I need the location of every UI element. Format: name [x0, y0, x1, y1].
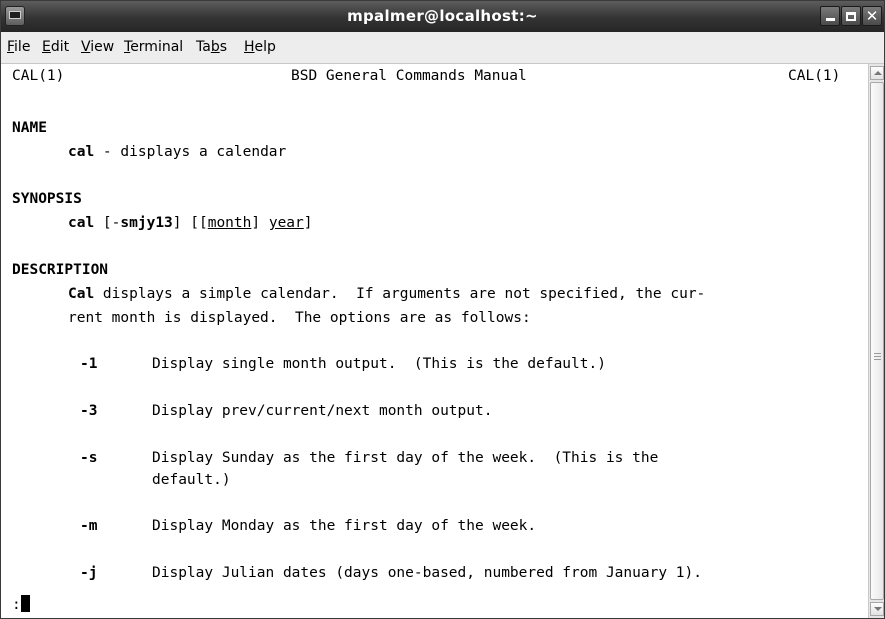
grip-icon [874, 353, 881, 354]
menu-terminal-label: erminal [130, 39, 184, 55]
man-header-right: CAL(1) [788, 68, 841, 84]
menu-file[interactable]: File [7, 32, 30, 63]
window-controls: ✕ [820, 6, 882, 27]
menu-file-label: ile [14, 39, 31, 55]
title-bar[interactable]: mpalmer@localhost:~ ✕ [1, 1, 884, 32]
menu-tabs-label-pre: Ta [196, 39, 211, 55]
menu-edit-mnemonic: E [42, 39, 51, 55]
pager-prompt: : [12, 597, 21, 613]
menu-view-label: iew [90, 39, 115, 55]
menu-edit-label: dit [50, 39, 70, 55]
option-text: Display prev/current/next month output. [152, 403, 493, 419]
option-text: Display single month output. (This is th… [152, 356, 606, 372]
synopsis-line: cal [-smjy13] [[month] year] [68, 214, 313, 233]
menu-help-mnemonic: H [244, 39, 255, 55]
synopsis-command: cal [68, 215, 95, 231]
scroll-down-button[interactable] [870, 602, 884, 616]
name-line: cal - displays a calendar [68, 143, 286, 162]
synopsis-flags: smjy13 [120, 215, 173, 231]
maximize-icon [846, 11, 856, 21]
grip-icon [874, 356, 881, 357]
terminal-output[interactable]: CAL(1) BSD General Commands Manual CAL(1… [2, 64, 860, 618]
option-flag: -3 [80, 403, 98, 419]
window-title: mpalmer@localhost:~ [347, 7, 538, 25]
option-text: Display Julian dates (days one-based, nu… [152, 565, 702, 581]
name-command: cal [68, 144, 95, 160]
terminal-window: mpalmer@localhost:~ ✕ File Edit View Ter… [0, 0, 885, 619]
option-flag: -s [80, 450, 98, 466]
text-cursor [20, 595, 30, 612]
menu-edit[interactable]: Edit [42, 32, 69, 63]
minimize-icon [825, 18, 835, 21]
menu-tabs[interactable]: Tabs [196, 32, 227, 63]
close-button[interactable]: ✕ [862, 6, 882, 26]
menu-help[interactable]: Help [244, 32, 276, 63]
description-line-2: rent month is displayed. The options are… [68, 310, 531, 326]
name-heading: NAME [12, 120, 47, 136]
option-text-continued: default.) [152, 472, 231, 488]
option-text: Display Monday as the first day of the w… [152, 518, 537, 534]
menu-tabs-mnemonic: b [210, 39, 220, 55]
close-icon: ✕ [865, 6, 879, 25]
description-text: displays a simple calendar. If arguments… [94, 286, 706, 302]
menu-view-mnemonic: V [81, 39, 91, 55]
scroll-up-button[interactable] [870, 66, 884, 80]
man-header-left: CAL(1) [12, 68, 65, 84]
synopsis-text: ] [251, 215, 269, 231]
description-heading: DESCRIPTION [12, 262, 109, 278]
description-command: Cal [68, 286, 95, 302]
menu-view[interactable]: View [81, 32, 114, 63]
synopsis-text: [- [94, 215, 121, 231]
menu-help-label: elp [254, 39, 276, 55]
description-line-1: Cal displays a simple calendar. If argum… [68, 285, 705, 304]
menu-terminal[interactable]: Terminal [124, 32, 183, 63]
man-header-center: BSD General Commands Manual [291, 68, 527, 84]
synopsis-text: ] [303, 215, 313, 231]
menu-bar: File Edit View Terminal Tabs Help [1, 32, 884, 64]
pager-prompt-line[interactable]: : [12, 595, 30, 614]
grip-icon [874, 359, 881, 360]
synopsis-heading: SYNOPSIS [12, 191, 82, 207]
arrow-up-icon [874, 71, 882, 75]
synopsis-text: ] [[ [172, 215, 208, 231]
synopsis-month-arg: month [207, 215, 252, 231]
scrollbar-thumb[interactable] [870, 82, 884, 600]
option-flag: -j [80, 565, 98, 581]
vertical-scrollbar[interactable] [868, 64, 884, 618]
menu-file-mnemonic: F [7, 39, 15, 55]
arrow-down-icon [874, 607, 882, 611]
option-flag: -1 [80, 356, 98, 372]
option-flag: -m [80, 518, 98, 534]
name-description: - displays a calendar [94, 144, 287, 160]
option-text: Display Sunday as the first day of the w… [152, 450, 659, 466]
menu-tabs-label: s [219, 39, 228, 55]
synopsis-year-arg: year [268, 215, 304, 231]
minimize-button[interactable] [820, 6, 840, 26]
maximize-button[interactable] [841, 6, 861, 26]
